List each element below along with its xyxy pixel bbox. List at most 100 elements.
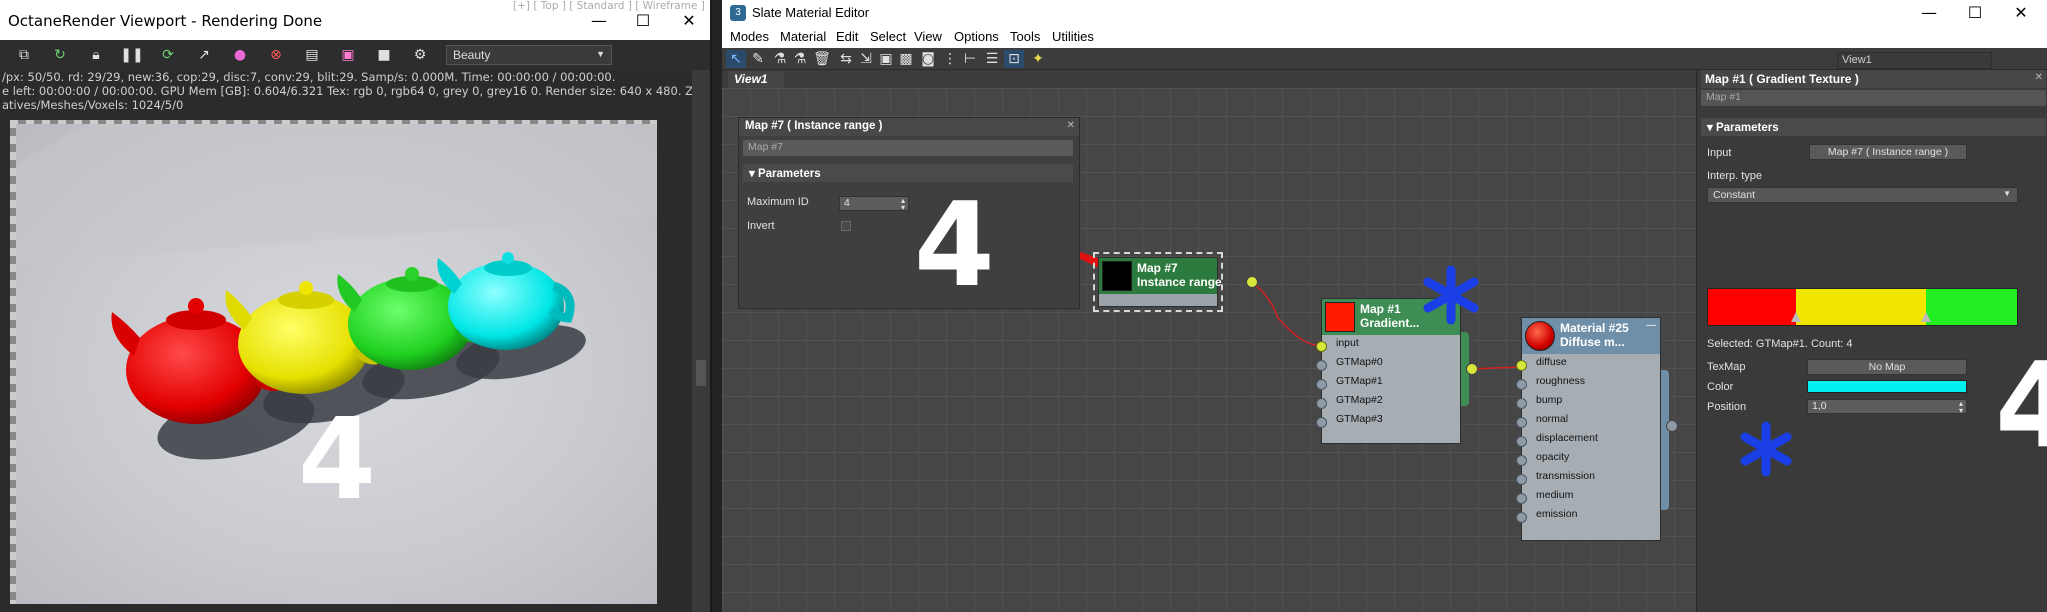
slot-medium-socket[interactable] xyxy=(1516,493,1527,504)
slot-bump-socket[interactable] xyxy=(1516,398,1527,409)
gradient-segment-green[interactable] xyxy=(1925,289,2017,325)
gradient-bar[interactable] xyxy=(1707,288,2018,326)
node-map7-header[interactable]: Map #7 Instance range xyxy=(1099,258,1222,294)
copy-icon[interactable]: ⧉ xyxy=(14,46,34,64)
slot-gtmap2-socket[interactable] xyxy=(1316,398,1327,409)
menu-utilities[interactable]: Utilities xyxy=(1052,29,1094,44)
interp-type-dropdown[interactable]: Constant ▼ xyxy=(1707,187,2018,203)
gradient-segment-yellow[interactable] xyxy=(1796,289,1926,325)
gradient-segment-red[interactable] xyxy=(1708,289,1797,325)
slot-transmission-socket[interactable] xyxy=(1516,474,1527,485)
menu-tools[interactable]: Tools xyxy=(1010,29,1040,44)
slot-gtmap3[interactable]: GTMap#3 xyxy=(1316,413,1460,432)
pick-tool-icon[interactable]: ✎ xyxy=(748,50,768,68)
gear-icon[interactable]: ⚙ xyxy=(410,46,430,64)
reset-icon[interactable]: ⚗ xyxy=(790,50,810,68)
layout-horizontal-icon[interactable]: ⊢ xyxy=(960,50,980,68)
octane-side-scrollbar[interactable] xyxy=(692,70,710,612)
gradient-flag-2[interactable] xyxy=(1921,312,1931,322)
refresh-icon[interactable]: ↻ xyxy=(50,46,70,64)
menu-modes[interactable]: Modes xyxy=(730,29,769,44)
film-icon[interactable]: ▤ xyxy=(302,46,322,64)
tab-view1[interactable]: View1 xyxy=(728,71,784,88)
chart-icon[interactable]: ↗ xyxy=(194,46,214,64)
gradient-flag-1[interactable] xyxy=(1791,312,1801,322)
menu-select[interactable]: Select xyxy=(870,29,906,44)
spinner-arrows-icon[interactable]: ▴ ▾ xyxy=(901,197,905,212)
background-icon[interactable]: ▩ xyxy=(896,50,916,68)
menu-edit[interactable]: Edit xyxy=(836,29,858,44)
node-map1-output-socket[interactable] xyxy=(1466,363,1478,375)
slot-displacement-socket[interactable] xyxy=(1516,436,1527,447)
view-select-dropdown[interactable]: View1 xyxy=(1837,52,1992,69)
slot-transmission[interactable]: transmission xyxy=(1516,470,1660,489)
layout-vertical-icon[interactable]: ⋮ xyxy=(940,50,960,68)
menu-material[interactable]: Material xyxy=(780,29,826,44)
slot-emission[interactable]: emission xyxy=(1516,508,1660,527)
reload-icon[interactable]: ⟳ xyxy=(158,46,178,64)
render-pass-select[interactable]: Beauty ▼ xyxy=(446,45,612,65)
render-image[interactable]: 4 xyxy=(10,120,657,604)
node-material25[interactable]: Material #25 Diffuse m... — diffuse rough… xyxy=(1516,317,1661,541)
slot-roughness-socket[interactable] xyxy=(1516,379,1527,390)
map7-parameters-section[interactable]: ▾ Parameters xyxy=(743,164,1073,182)
texmap-button[interactable]: No Map xyxy=(1807,359,1967,375)
spinner-arrows-icon[interactable]: ▴ ▾ xyxy=(1959,400,1963,415)
assign-icon[interactable]: ⚗ xyxy=(770,50,790,68)
move-children-icon[interactable]: ⇆ xyxy=(836,50,856,68)
map1-name-field[interactable]: Map #1 xyxy=(1701,90,2046,106)
slot-emission-socket[interactable] xyxy=(1516,512,1527,523)
slot-gtmap1-socket[interactable] xyxy=(1316,379,1327,390)
node-minimize-icon[interactable]: — xyxy=(1646,320,1656,331)
menu-options[interactable]: Options xyxy=(954,29,999,44)
slot-diffuse-socket[interactable] xyxy=(1516,360,1527,371)
slate-minimize-button[interactable]: — xyxy=(1916,0,1942,24)
slot-displacement[interactable]: displacement xyxy=(1516,432,1660,451)
select-tool-icon[interactable]: ↖ xyxy=(726,50,746,68)
color-icon[interactable]: ● xyxy=(230,46,250,64)
slate-maximize-button[interactable]: ☐ xyxy=(1962,0,1988,24)
map1-parameters-section[interactable]: ▾ Parameters xyxy=(1701,118,2046,136)
map7-panel-close-icon[interactable]: ✕ xyxy=(1067,120,1075,131)
slot-gtmap0[interactable]: GTMap#0 xyxy=(1316,356,1460,375)
material-map-browser-icon[interactable]: ⊡ xyxy=(1004,50,1024,68)
slot-gtmap3-socket[interactable] xyxy=(1316,417,1327,428)
menu-view[interactable]: View xyxy=(914,29,942,44)
slot-input-socket[interactable] xyxy=(1316,341,1327,352)
show-map-icon[interactable]: ▣ xyxy=(876,50,896,68)
node-view-canvas[interactable]: Map #7 ( Instance range ) ✕ Map #7 ▾ Par… xyxy=(722,88,1732,612)
slot-gtmap1[interactable]: GTMap#1 xyxy=(1316,375,1460,394)
node-map7[interactable]: Map #7 Instance range xyxy=(1093,252,1223,312)
slot-roughness[interactable]: roughness xyxy=(1516,375,1660,394)
region-icon[interactable]: ⊗ xyxy=(266,46,286,64)
node-map7-output-socket[interactable] xyxy=(1246,276,1258,288)
pause-icon[interactable]: ❚❚ xyxy=(120,46,143,64)
invert-checkbox[interactable] xyxy=(841,221,851,231)
camera-icon[interactable]: ■ xyxy=(374,46,394,64)
slot-gtmap0-socket[interactable] xyxy=(1316,360,1327,371)
input-map-button[interactable]: Map #7 ( Instance range ) xyxy=(1809,144,1967,160)
slot-opacity[interactable]: opacity xyxy=(1516,451,1660,470)
node-material25-header[interactable]: Material #25 Diffuse m... — xyxy=(1522,318,1660,354)
map1-panel-close-icon[interactable]: ✕ xyxy=(2035,72,2043,83)
map7-name-field[interactable]: Map #7 xyxy=(743,140,1073,156)
slot-diffuse[interactable]: diffuse xyxy=(1516,356,1660,375)
position-spinner[interactable]: 1,0 ▴ ▾ xyxy=(1807,399,1967,415)
slate-close-button[interactable]: ✕ xyxy=(2008,0,2034,24)
slot-normal[interactable]: normal xyxy=(1516,413,1660,432)
sample-slot-icon[interactable]: ◙ xyxy=(918,50,938,68)
maximum-id-spinner[interactable]: 4 ▴ ▾ xyxy=(839,196,909,212)
slot-normal-socket[interactable] xyxy=(1516,417,1527,428)
lock-icon[interactable]: 🔒︎ xyxy=(86,46,106,64)
clipboard-icon[interactable]: ▣ xyxy=(338,46,358,64)
slot-input[interactable]: input xyxy=(1316,337,1460,356)
scrollbar-thumb[interactable] xyxy=(696,360,706,386)
color-swatch[interactable] xyxy=(1807,380,1967,393)
parameter-editor-icon[interactable]: ✦ xyxy=(1028,50,1048,68)
layout-children-icon[interactable]: ☰ xyxy=(982,50,1002,68)
slot-medium[interactable]: medium xyxy=(1516,489,1660,508)
slot-opacity-socket[interactable] xyxy=(1516,455,1527,466)
slot-gtmap2[interactable]: GTMap#2 xyxy=(1316,394,1460,413)
node-material25-output-socket[interactable] xyxy=(1666,420,1678,432)
delete-icon[interactable]: 🗑︎ xyxy=(812,50,832,68)
